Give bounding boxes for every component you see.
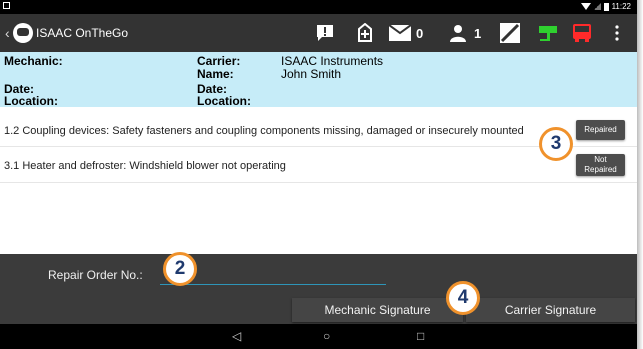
name-value: John Smith — [281, 67, 342, 81]
nav-back-icon[interactable]: ◁ — [232, 329, 241, 343]
app-title: ISAAC OnTheGo — [36, 26, 129, 40]
isaac-logo-icon[interactable] — [13, 23, 33, 43]
repaired-button[interactable]: Repaired — [576, 120, 625, 140]
overflow-menu-icon[interactable] — [613, 22, 621, 44]
status-time: 11:22 — [611, 2, 631, 11]
app-screen: 11:22 ‹ ISAAC OnTheGo 0 1 Mechanic: Date… — [0, 0, 637, 349]
repair-panel: Repair Order No.: Mechanic Signature Car… — [0, 254, 637, 324]
truck-icon[interactable] — [572, 22, 592, 44]
status-toggle-icon[interactable] — [500, 22, 520, 44]
carrier-location-label: Location: — [197, 94, 251, 108]
status-indicators: 11:22 — [580, 2, 631, 11]
signal-icon — [593, 3, 601, 10]
callout-badge: 2 — [163, 252, 197, 286]
wifi-icon — [580, 3, 591, 10]
callout-badge: 4 — [446, 281, 480, 315]
status-line: Repaired — [584, 165, 617, 174]
inspection-icon[interactable] — [356, 22, 374, 44]
carrier-label: Carrier: — [197, 54, 241, 68]
defect-description: 3.1 Heater and defroster: Windshield blo… — [4, 160, 286, 172]
callout-badge: 3 — [539, 127, 573, 161]
nav-recents-icon[interactable]: □ — [417, 329, 424, 343]
repair-order-label: Repair Order No.: — [48, 268, 143, 282]
mechanic-location-label: Location: — [4, 94, 58, 108]
status-line: Not — [594, 155, 607, 164]
frame-shadow — [637, 0, 643, 349]
alert-icon[interactable] — [316, 22, 334, 44]
mechanic-signature-button[interactable]: Mechanic Signature — [292, 298, 463, 322]
status-bar: 11:22 — [0, 0, 637, 14]
mail-icon[interactable] — [389, 22, 411, 44]
user-icon[interactable] — [449, 22, 467, 44]
back-arrow-icon[interactable]: ‹ — [5, 25, 10, 41]
nav-home-icon[interactable]: ○ — [323, 329, 330, 343]
app-bar: ‹ ISAAC OnTheGo 0 1 — [0, 14, 637, 52]
defect-description: 1.2 Coupling devices: Safety fasteners a… — [4, 125, 524, 137]
mechanic-label: Mechanic: — [4, 54, 63, 68]
user-count: 1 — [474, 26, 482, 41]
not-repaired-button[interactable]: Not Repaired — [576, 154, 625, 176]
message-count: 0 — [416, 26, 424, 41]
carrier-signature-button[interactable]: Carrier Signature — [466, 298, 635, 322]
inspection-info-panel: Mechanic: Date: Location: Carrier: ISAAC… — [0, 52, 637, 108]
trailer-icon[interactable] — [538, 22, 558, 44]
name-label: Name: — [197, 67, 234, 81]
notification-icon — [3, 2, 10, 9]
system-nav-bar: ◁ ○ □ — [0, 324, 637, 349]
carrier-value: ISAAC Instruments — [281, 54, 384, 68]
battery-icon — [603, 2, 609, 11]
